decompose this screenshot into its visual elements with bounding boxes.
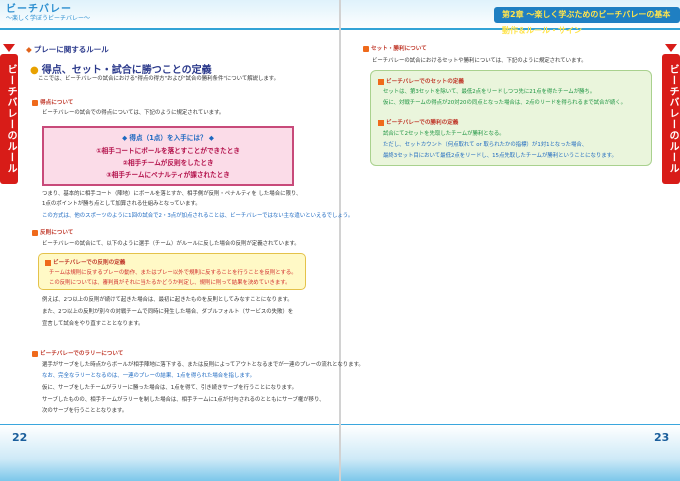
main-heading: ● 得点、セット・試合に勝つことの定義	[30, 65, 212, 76]
score-text: ビーチバレーの試合での得点については、下記のように規定されています。	[42, 110, 225, 116]
right-side-tab: ビーチバレーのルール	[662, 54, 680, 184]
diamond-icon: ◆	[26, 45, 32, 54]
logo-title: ビーチバレー	[6, 4, 72, 15]
set-victory-box: ビーチバレーでのセットの定義 セットは、第3セットを除いて、最低2点をリードしつ…	[370, 70, 652, 166]
para3-line5: 次のサーブを行うこととなります。	[42, 408, 128, 414]
right-section-title: セット・勝利について	[363, 44, 427, 52]
para2-line1: 例えば、2つ以上の反則が続けて起きた場合は、最初に起きたものを反則としてみなすこ…	[42, 297, 293, 303]
square-bullet-icon	[32, 350, 38, 357]
para2-line2: また、2つ以上の反則が別々の対戦チームで同時に発生した場合、ダブルフォルト（サー…	[42, 309, 294, 315]
page-gutter	[339, 0, 341, 481]
intro-text: ここでは、ビーチバレーの試合における"得点の得方"および"試合の勝利条件"につい…	[38, 76, 280, 82]
score-definition-box: ◆ 得点（1点）を入手には？ ◆ ①相手コートにボールを落とすことができたとき …	[42, 126, 294, 186]
square-bullet-icon	[32, 229, 38, 236]
left-side-tab: ビーチバレーのルール	[0, 54, 18, 184]
foul-box-title: ビーチバレーでの反則の定義	[45, 258, 125, 266]
score-box-title: ◆ 得点（1点）を入手には？ ◆	[122, 134, 214, 142]
score-item-3: ③相手チームにペナルティが課されたとき	[106, 171, 230, 179]
para2-line3: 宣言して試合をやり直すこととなります。	[42, 321, 144, 327]
left-section-title: ◆ プレーに関するルール	[26, 45, 109, 54]
square-bullet-icon	[378, 78, 384, 85]
foul-definition-box: ビーチバレーでの反則の定義 チームは規則に反するプレーの動作、またはプレー以外で…	[38, 253, 306, 290]
victory-line-2: ただし、セットカウント（何点取れて or 取られたかの指標）が1対1となった場合…	[383, 142, 588, 148]
para3-line2: なお、完全なラリーとなるのは、一連のプレーの結果、1点を得られた場合を指します。	[42, 373, 255, 379]
victory-definition-title: ビーチバレーでの勝利の定義	[378, 118, 458, 126]
score-item-1: ①相手コートにボールを落とすことができたとき	[96, 147, 240, 155]
set-definition-title: ビーチバレーでのセットの定義	[378, 77, 464, 85]
para3-line3: 仮に、サーブをしたチームがラリーに勝った場合は、1点を得て、引き続きサーブを行う…	[42, 385, 298, 391]
right-intro-text: ビーチバレーの試合におけるセットや勝利については、下記のように規定されています。	[372, 58, 587, 64]
para1-line1: つまり、基本的に相手コート（陣地）にボールを落とすか、相手側が反則・ペナルティを…	[42, 191, 302, 197]
set-line-2: 仮に、対戦チームの得点が20対20の同点となった場合は、2点のリードを得られるま…	[383, 100, 627, 106]
foul-line-2: この反則については、審判員がそれに当たるかどうか判定し、規則に則って結果を決めて…	[49, 280, 291, 286]
left-tab-arrow-icon	[3, 44, 15, 52]
square-bullet-icon	[378, 119, 384, 126]
victory-line-1: 試合にて2セットを先取したチームが勝利となる。	[383, 131, 505, 137]
book-logo: ビーチバレー 〜楽しく学ぼうビーチバレー〜	[6, 4, 98, 28]
chapter-title: 第2章 ～楽しく学ぶためのビーチバレーの基本動作＆ルール・サイン	[494, 7, 680, 35]
book-spread: ビーチバレー 〜楽しく学ぼうビーチバレー〜 第2章 ～楽しく学ぶためのビーチバレ…	[0, 0, 680, 481]
para1-line2: 1点のポイントが勝ち点として加算される仕組みとなっています。	[42, 201, 201, 207]
sub-heading-rally: ビーチバレーでのラリーについて	[32, 349, 123, 357]
score-item-2: ②相手チームが反則をしたとき	[122, 159, 214, 167]
logo-subtitle: 〜楽しく学ぼうビーチバレー〜	[6, 15, 91, 22]
right-page-number: 23	[654, 431, 670, 444]
right-tab-arrow-icon	[665, 44, 677, 52]
victory-line-3: 最終3セット目において最低2点をリードし、15点先取したチームが勝利ということに…	[383, 153, 617, 159]
foul-line-1: チームは規則に反するプレーの動作、またはプレー以外で規則に反することを行うことを…	[49, 270, 297, 276]
set-line-1: セットは、第3セットを除いて、最低2点をリードしつつ先に21点を得たチームが勝ち…	[383, 89, 596, 95]
square-bullet-icon	[32, 99, 38, 106]
sub-heading-foul: 反則について	[32, 228, 73, 236]
para1-note: この方式は、他のスポーツのように1回の試合で2・3点が加点されることは、ビーチバ…	[42, 213, 354, 219]
para3-line4: サーブしたものの、相手チームがラリーを制した場合は、相手チームに1点が付与される…	[42, 397, 325, 403]
square-bullet-icon	[363, 45, 369, 52]
foul-text: ビーチバレーの試合にて、以下のように選手（チーム）がルールに反した場合の反則が定…	[42, 241, 300, 247]
square-bullet-icon	[45, 259, 51, 266]
left-page-number: 22	[12, 431, 28, 444]
sub-heading-score: 得点について	[32, 98, 73, 106]
para3-line1: 選手がサーブをした時点からボールが相手陣地に落下する、または反則によってアウトと…	[42, 362, 364, 368]
